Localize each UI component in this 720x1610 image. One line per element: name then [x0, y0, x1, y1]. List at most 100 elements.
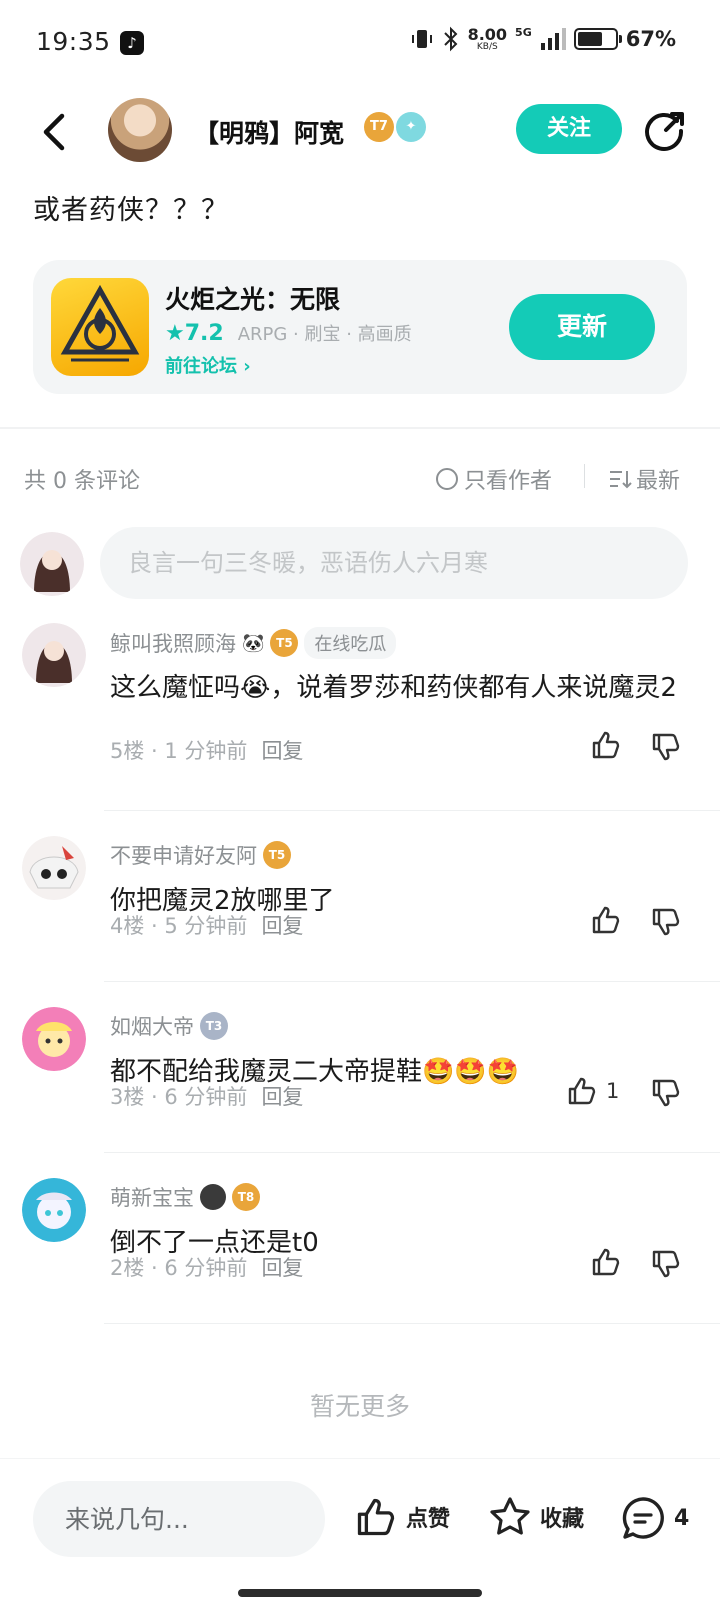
flame-medal-icon: ✦ — [396, 112, 426, 142]
update-button[interactable]: 更新 — [509, 294, 655, 360]
network-speed: 8.00 KB/S — [467, 24, 508, 52]
like-button[interactable] — [590, 1246, 630, 1278]
like-button[interactable]: 1 — [566, 1075, 619, 1107]
comments-count: 共 0 条评论 — [24, 469, 140, 494]
thumbs-up-icon — [592, 731, 620, 759]
avatar-frame-icon: 🐼 — [242, 632, 265, 654]
comment-user-row: 萌新宝宝 T8 — [110, 1182, 260, 1212]
comment-meta: 4楼 · 5 分钟前 回复 — [110, 910, 303, 940]
commenter-avatar[interactable] — [22, 623, 86, 687]
like-post-button[interactable]: 点赞 — [354, 1495, 450, 1539]
comment-count: 4 — [674, 1505, 690, 1531]
comment-floor-time: 4楼 · 5 分钟前 — [110, 914, 248, 938]
game-icon — [51, 278, 149, 376]
level-badge-icon: T8 — [232, 1183, 260, 1211]
sort-latest-button[interactable]: 最新 — [608, 463, 680, 495]
commenter-avatar[interactable] — [22, 1178, 86, 1242]
only-author-label: 只看作者 — [464, 469, 553, 494]
radio-circle-icon — [436, 468, 458, 490]
thumbs-up-icon — [357, 1498, 395, 1536]
bottom-comment-input[interactable] — [33, 1481, 325, 1557]
no-more-label: 暂无更多 — [309, 1392, 410, 1421]
comment-divider — [104, 981, 720, 982]
like-button[interactable] — [590, 729, 630, 761]
bluetooth-icon — [443, 26, 457, 52]
commenter-avatar[interactable] — [22, 836, 86, 900]
reply-button[interactable]: 回复 — [261, 735, 303, 765]
comment-floor-time: 3楼 · 6 分钟前 — [110, 1085, 248, 1109]
sort-icon — [610, 471, 632, 489]
follow-button[interactable]: 关注 — [516, 104, 622, 154]
favorite-button[interactable]: 收藏 — [488, 1495, 584, 1539]
like-button[interactable] — [590, 904, 630, 936]
comment-user-row: 鲸叫我照顾海 🐼 T5 在线吃瓜 — [110, 627, 397, 659]
comment-meta: 3楼 · 6 分钟前 回复 — [110, 1081, 303, 1111]
battery-icon — [573, 28, 622, 50]
reply-button[interactable]: 回复 — [261, 1081, 303, 1111]
author-avatar[interactable] — [108, 98, 172, 162]
status-bar: 19:35 ♪ 8.00 KB/S 5G 67% — [0, 0, 720, 88]
thumbs-up-icon — [568, 1077, 596, 1105]
back-button[interactable] — [36, 110, 76, 154]
comment-floor-time: 2楼 · 6 分钟前 — [110, 1256, 248, 1280]
post-text: 或者药侠？？？ — [33, 195, 229, 226]
thumbs-down-icon[interactable] — [650, 1248, 682, 1280]
ninja-badge-icon — [200, 1184, 226, 1210]
signal-label: 5G — [515, 26, 532, 39]
sort-latest-label: 最新 — [636, 469, 681, 494]
level-badge-icon: T3 — [200, 1012, 228, 1040]
thumbs-down-icon[interactable] — [650, 906, 682, 938]
home-indicator[interactable] — [238, 1589, 482, 1597]
level-badge-icon: T5 — [263, 841, 291, 869]
reply-button[interactable]: 回复 — [261, 1252, 303, 1282]
commenter-avatar[interactable] — [22, 1007, 86, 1071]
comments-button[interactable]: 4 — [620, 1495, 689, 1541]
thumbs-down-icon[interactable] — [650, 731, 682, 763]
thumbs-up-icon — [592, 1248, 620, 1276]
comment-username[interactable]: 不要申请好友阿 — [110, 840, 257, 870]
comment-username[interactable]: 萌新宝宝 — [110, 1182, 194, 1212]
comment-floor-time: 5楼 · 1 分钟前 — [110, 739, 248, 763]
signal-bars-icon — [540, 28, 566, 50]
comment-divider — [104, 1323, 720, 1324]
my-avatar[interactable] — [20, 532, 84, 596]
comment-user-row: 不要申请好友阿 T5 — [110, 840, 291, 870]
game-score: ★7.2 — [165, 321, 224, 346]
comment-meta: 2楼 · 6 分钟前 回复 — [110, 1252, 303, 1282]
comment-bubble-icon — [622, 1497, 664, 1539]
forum-link[interactable]: 前往论坛 › — [165, 352, 251, 378]
level-badge-icon: T5 — [270, 629, 299, 657]
thumbs-up-icon — [592, 906, 620, 934]
comment-username[interactable]: 鲸叫我照顾海 — [110, 628, 236, 658]
comment-text: 这么魔怔吗😭，说着罗莎和药侠都有人来说魔灵2 — [110, 673, 677, 703]
like-count: 1 — [606, 1079, 620, 1103]
section-divider — [0, 427, 720, 429]
vibrate-icon — [411, 30, 432, 48]
comment-input[interactable] — [100, 527, 688, 599]
tiktok-notification-icon: ♪ — [120, 31, 144, 55]
comment-user-row: 如烟大帝 T3 — [110, 1011, 228, 1041]
user-tag: 在线吃瓜 — [304, 627, 397, 659]
favorite-label: 收藏 — [540, 1507, 585, 1532]
level-badge-icon: T7 — [364, 112, 394, 142]
game-tags: ARPG · 刷宝 · 高画质 — [237, 324, 412, 345]
comment-meta: 5楼 · 1 分钟前 回复 — [110, 735, 303, 765]
comment-divider — [104, 810, 720, 811]
status-time: 19:35 — [36, 27, 111, 56]
bottom-action-bar: 点赞 收藏 4 — [0, 1458, 720, 1610]
game-card[interactable]: 火炬之光：无限 ★7.2 ARPG · 刷宝 · 高画质 前往论坛 › 更新 — [33, 260, 687, 394]
battery-percent: 67% — [625, 27, 676, 51]
post-header: 【明鸦】阿宽 T7 ✦ 关注 — [0, 92, 720, 172]
comment-username[interactable]: 如烟大帝 — [110, 1011, 194, 1041]
only-author-toggle[interactable]: 只看作者 — [436, 463, 552, 495]
game-meta: ★7.2 ARPG · 刷宝 · 高画质 — [165, 320, 412, 346]
status-icons: 8.00 KB/S 5G 67% — [410, 26, 676, 52]
sort-separator — [584, 464, 585, 488]
share-icon[interactable] — [644, 108, 688, 152]
like-label: 点赞 — [406, 1507, 451, 1532]
reply-button[interactable]: 回复 — [261, 910, 303, 940]
game-title: 火炬之光：无限 — [165, 285, 341, 314]
comment-divider — [104, 1152, 720, 1153]
author-name[interactable]: 【明鸦】阿宽 — [194, 114, 344, 150]
thumbs-down-icon[interactable] — [650, 1077, 682, 1109]
